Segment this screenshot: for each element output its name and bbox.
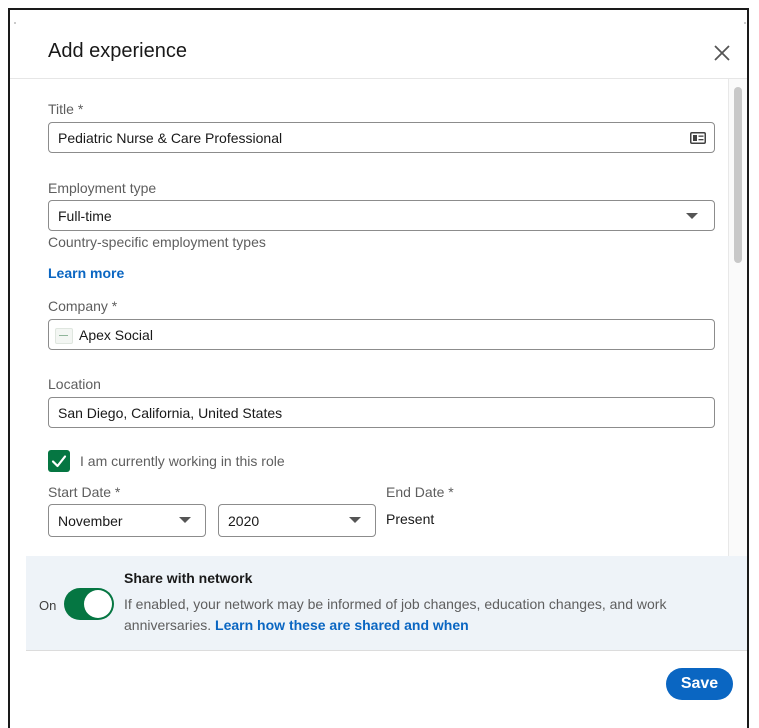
chevron-down-icon — [686, 213, 698, 219]
save-button[interactable]: Save — [666, 668, 733, 700]
close-icon — [714, 45, 730, 61]
scrollbar-thumb[interactable] — [734, 87, 742, 263]
chevron-down-icon — [179, 517, 191, 523]
title-label: Title * — [48, 101, 84, 117]
learn-more-link[interactable]: Learn more — [48, 265, 124, 281]
toggle-state-label: On — [39, 598, 57, 613]
employment-type-helper: Country-specific employment types — [48, 234, 266, 250]
start-date-label: Start Date * — [48, 484, 121, 500]
location-input[interactable]: San Diego, California, United States — [48, 397, 715, 428]
contact-card-icon — [690, 132, 706, 144]
employment-type-value: Full-time — [58, 208, 112, 224]
share-description: If enabled, your network may be informed… — [124, 594, 714, 636]
employment-type-label: Employment type — [48, 180, 157, 196]
close-button[interactable] — [707, 38, 737, 68]
location-input-value: San Diego, California, United States — [58, 405, 283, 421]
end-date-value: Present — [386, 511, 435, 527]
toggle-knob — [84, 590, 112, 618]
employment-type-select[interactable]: Full-time — [48, 200, 715, 231]
share-with-network-section: On Share with network If enabled, your n… — [26, 556, 747, 651]
start-year-select[interactable]: 2020 — [218, 504, 376, 537]
form-scroll-area: Title * Pediatric Nurse & Care Professio… — [10, 79, 747, 556]
dialog-title: Add experience — [48, 40, 187, 62]
title-input-value: Pediatric Nurse & Care Professional — [58, 130, 283, 146]
company-label: Company * — [48, 298, 118, 314]
dialog-header: Add experience — [10, 10, 747, 79]
location-label: Location — [48, 376, 101, 392]
start-month-value: November — [58, 513, 123, 529]
share-toggle[interactable] — [64, 588, 114, 620]
chevron-down-icon — [349, 517, 361, 523]
currently-working-checkbox[interactable] — [48, 450, 70, 472]
start-month-select[interactable]: November — [48, 504, 206, 537]
company-input-value: Apex Social — [79, 327, 153, 343]
currently-working-label: I am currently working in this role — [80, 453, 285, 469]
checkmark-icon — [51, 455, 67, 468]
company-logo-icon — [55, 328, 73, 344]
share-title: Share with network — [124, 570, 253, 586]
scrollbar[interactable] — [728, 79, 747, 556]
title-input[interactable]: Pediatric Nurse & Care Professional — [48, 122, 715, 153]
start-year-value: 2020 — [228, 513, 260, 529]
share-learn-link[interactable]: Learn how these are shared and when — [215, 617, 469, 633]
end-date-label: End Date * — [386, 484, 454, 500]
company-input[interactable]: Apex Social — [48, 319, 715, 350]
add-experience-dialog: Add experience Title * Pediatric Nurse &… — [8, 8, 749, 728]
